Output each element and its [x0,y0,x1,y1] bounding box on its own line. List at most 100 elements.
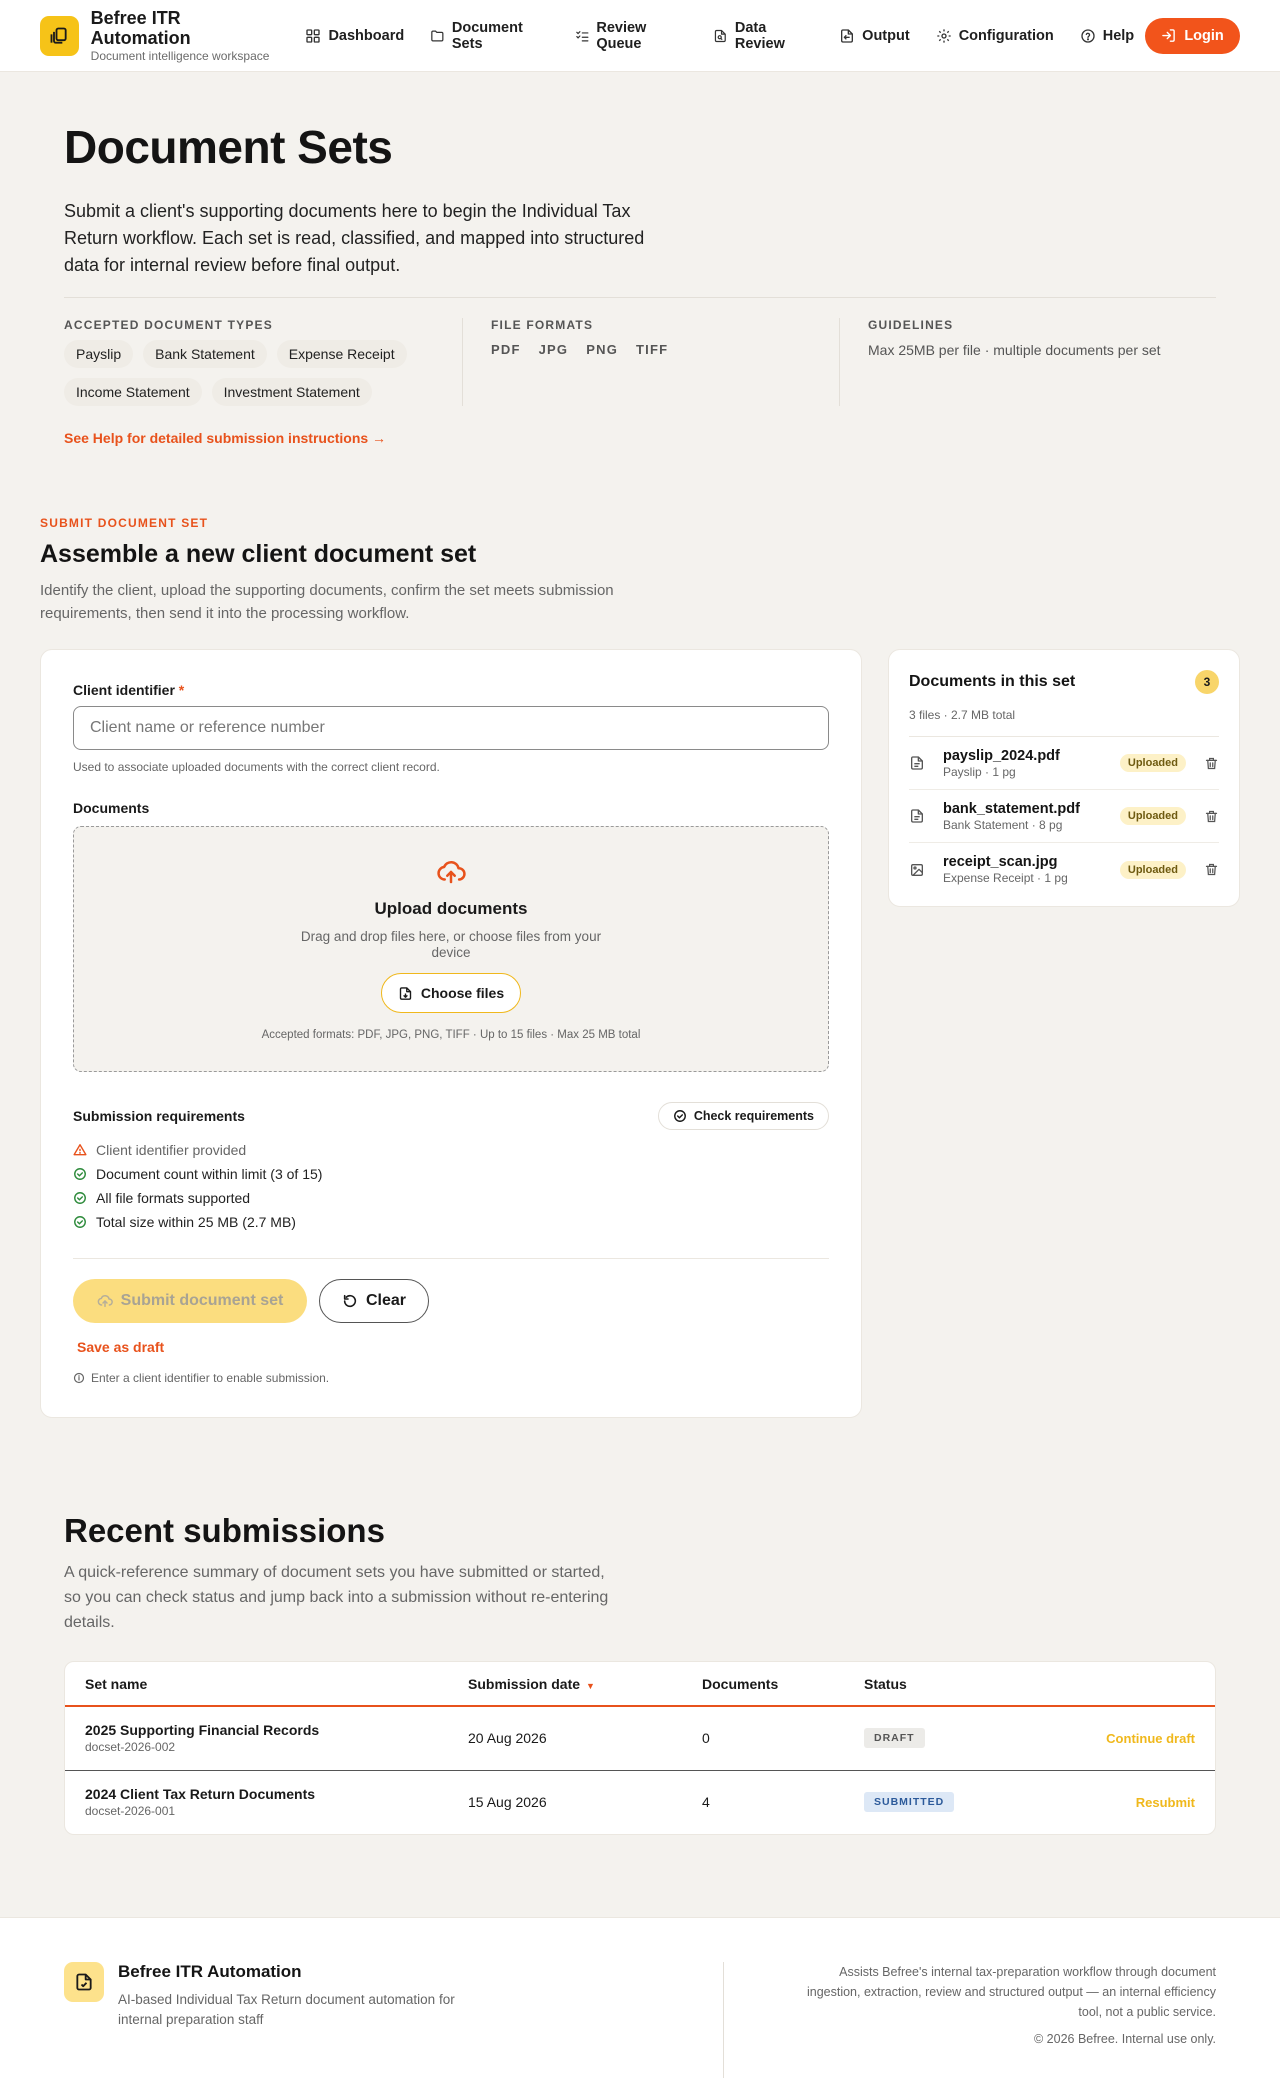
resubmit-link[interactable]: Resubmit [1136,1795,1195,1810]
requirement-item: All file formats supported [73,1186,829,1210]
cloud-upload-icon [97,1295,113,1308]
client-identifier-input[interactable]: Client name or reference number [73,706,829,750]
choose-files-button[interactable]: Choose files [380,973,522,1013]
save-as-draft-link[interactable]: Save as draft [77,1339,829,1355]
export-icon [841,28,854,43]
gear-icon [937,28,951,43]
column-header-actions [1030,1662,1215,1707]
document-name: payslip_2024.pdf [943,747,1060,764]
clear-button[interactable]: Clear [319,1279,429,1323]
submit-document-set-button[interactable]: Submit document set [73,1279,307,1323]
client-identifier-hint: Used to associate uploaded documents wit… [73,760,440,774]
help-instructions-link[interactable]: See Help for detailed submission instruc… [64,430,386,446]
submission-date: 15 Aug 2026 [448,1769,682,1834]
requirement-text: Document count within limit (3 of 15) [96,1166,323,1182]
nav-review-queue[interactable]: Review Queue [564,12,699,60]
set-id: docset-2026-002 [85,1740,176,1755]
login-button[interactable]: Login [1145,17,1240,54]
requirement-text: Total size within 25 MB (2.7 MB) [96,1214,296,1230]
divider [73,1258,829,1259]
client-identifier-label: Client identifier * [73,682,829,698]
delete-document-button[interactable] [1204,756,1219,771]
help-circle-icon [1081,28,1095,43]
footer-title: Befree ITR Automation [118,1962,302,1981]
column-header-documents[interactable]: Documents [682,1662,844,1707]
documents-label: Documents [73,800,150,816]
check-circle-icon [673,1110,686,1122]
trash-icon [1205,810,1218,822]
file-format: TIFF [636,342,669,357]
brand-logo-icon [40,15,79,56]
check-requirements-button[interactable]: Check requirements [657,1102,829,1130]
main-nav: Dashboard Document Sets Review Queue Dat… [294,12,1145,60]
status-badge: Uploaded [1119,860,1186,879]
nav-data-review-label: Data Review [734,19,785,52]
doc-type-chip: Investment Statement [211,378,372,406]
file-import-icon [399,986,412,1000]
upload-formats-note: Accepted formats: PDF, JPG, PNG, TIFF · … [261,1029,641,1041]
requirements-label: Submission requirements [73,1108,245,1124]
nav-configuration[interactable]: Configuration [925,20,1065,52]
accepted-types-list: Payslip Bank Statement Expense Receipt I… [64,340,434,406]
upload-dropzone[interactable]: Upload documents Drag and drop files her… [73,826,829,1072]
recent-title: Recent submissions [64,1512,385,1549]
footer-description: Assists Befree's internal tax-preparatio… [806,1965,1216,2019]
recent-lead: A quick-reference summary of document se… [64,1564,609,1631]
recent-submissions-section: Recent submissions A quick-reference sum… [0,1512,1280,1835]
submission-info: ACCEPTED DOCUMENT TYPES Payslip Bank Sta… [64,318,1216,406]
nav-output[interactable]: Output [828,20,921,52]
file-formats-list: PDF JPG PNG TIFF [491,342,811,357]
grid-icon [306,28,321,43]
sort-descending-icon: ▼ [586,1680,595,1691]
page-hero: Document Sets Submit a client's supporti… [0,120,1280,448]
section-eyebrow: SUBMIT DOCUMENT SET [40,516,209,530]
nav-dashboard[interactable]: Dashboard [294,20,415,52]
trash-icon [1205,757,1218,769]
guidelines-label: GUIDELINES [868,318,954,332]
nav-help[interactable]: Help [1069,20,1145,52]
column-header-set-name[interactable]: Set name [65,1662,448,1707]
column-header-submission-date[interactable]: Submission date ▼ [448,1662,682,1707]
submit-section: SUBMIT DOCUMENT SET Assemble a new clien… [0,516,1280,1418]
file-search-icon [715,29,727,42]
submissions-table: Set name Submission date ▼ Documents Stat… [64,1661,1216,1835]
footer-subtitle: AI-based Individual Tax Return document … [118,1992,455,2027]
continue-draft-link[interactable]: Continue draft [1106,1731,1195,1746]
divider [64,297,1216,298]
footer-copyright: © 2026 Befree. Internal use only. [1033,2032,1216,2046]
nav-data-review[interactable]: Data Review [702,12,824,60]
panel-title: Documents in this set [909,673,1076,690]
nav-document-sets-label: Document Sets [451,19,523,52]
delete-document-button[interactable] [1204,809,1219,824]
client-identifier-label-text: Client identifier [73,682,175,698]
warning-icon [73,1144,87,1156]
choose-files-label: Choose files [420,985,505,1001]
document-count: 0 [702,1730,710,1747]
file-format: PDF [491,342,521,357]
document-meta: Expense Receipt · 1 pg [943,871,1068,885]
login-label: Login [1184,27,1224,44]
document-meta: Bank Statement · 8 pg [943,817,1063,832]
doc-type-chip: Bank Statement [143,340,267,368]
table-row: 2024 Client Tax Return Documents docset-… [65,1769,1215,1834]
accepted-types-column: ACCEPTED DOCUMENT TYPES Payslip Bank Sta… [64,318,462,406]
column-header-status[interactable]: Status [844,1662,1031,1707]
status-badge: DRAFT [864,1728,925,1749]
nav-dashboard-label: Dashboard [328,27,405,44]
reset-icon [343,1294,357,1308]
image-icon [909,862,943,878]
login-icon [1162,29,1176,42]
check-requirements-label: Check requirements [693,1109,814,1123]
file-formats-label: FILE FORMATS [491,318,594,332]
client-identifier-placeholder: Client name or reference number [90,719,325,736]
requirement-item: Client identifier provided [73,1138,829,1162]
enable-submission-hint: Enter a client identifier to enable subm… [73,1371,829,1385]
requirement-item: Total size within 25 MB (2.7 MB) [73,1210,829,1234]
table-row: 2025 Supporting Financial Records docset… [65,1706,1215,1770]
nav-document-sets[interactable]: Document Sets [419,12,559,60]
delete-document-button[interactable] [1204,862,1219,877]
requirement-text: Client identifier provided [96,1142,247,1158]
file-format: JPG [538,342,569,357]
brand[interactable]: Befree ITR Automation Document intellige… [40,8,278,64]
footer-logo-icon [64,1962,104,2002]
